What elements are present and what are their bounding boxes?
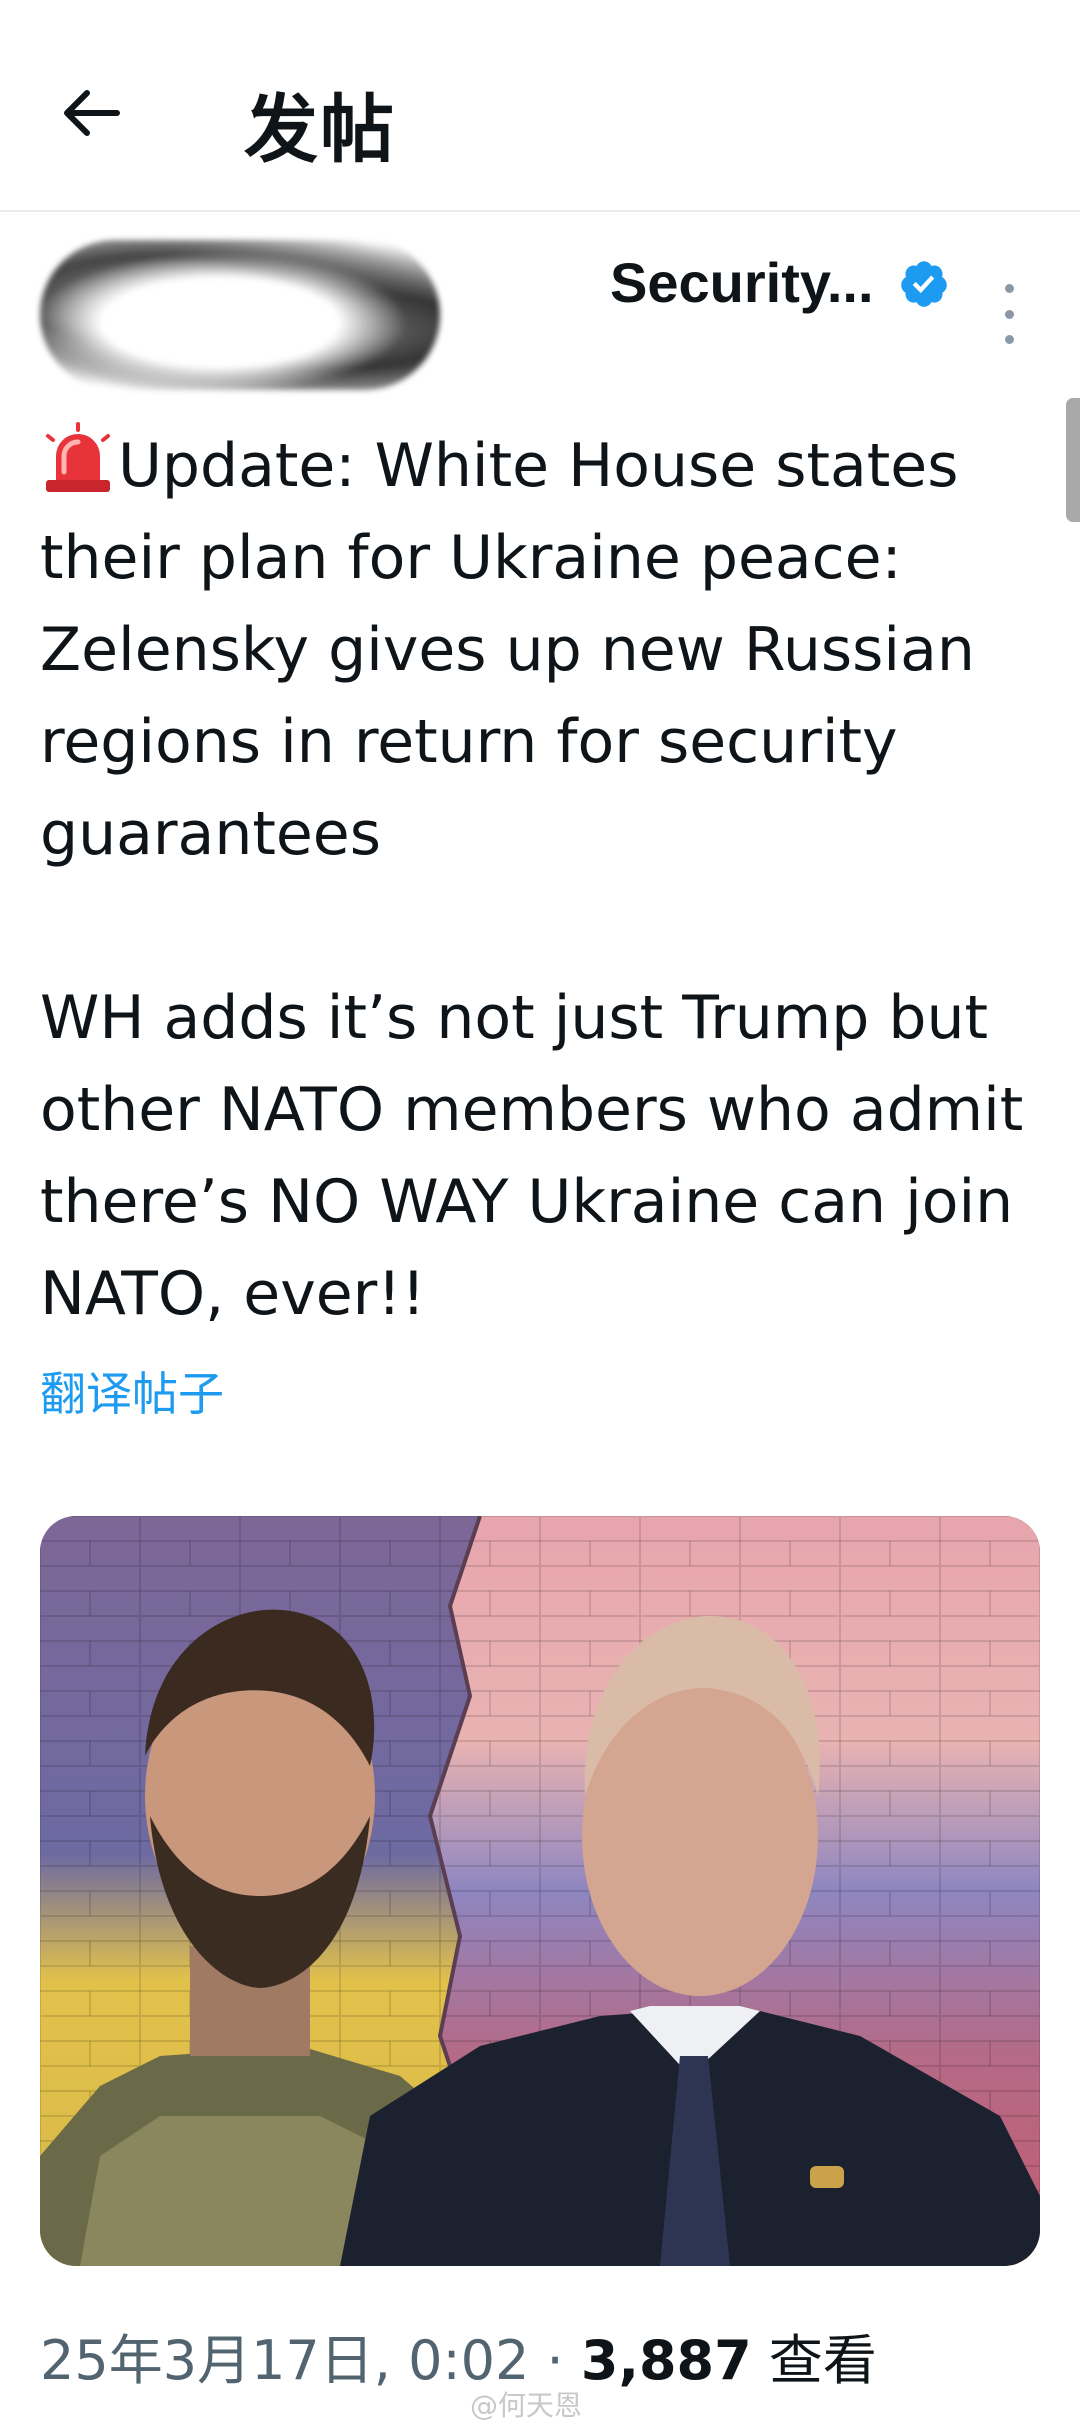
back-button[interactable]: [56, 78, 126, 148]
rotating-light-icon: [46, 422, 110, 492]
more-options-icon[interactable]: [994, 284, 1024, 344]
tweet-meta: 25年3月17日, 0:02 · 3,887 查看: [40, 2316, 877, 2395]
views-label: 查看: [751, 2329, 877, 2392]
composite-portrait-image: [40, 1516, 1040, 2266]
tweet-timestamp[interactable]: 25年3月17日, 0:02: [40, 2329, 529, 2392]
arrow-left-icon: [64, 90, 120, 136]
scrollbar-thumb[interactable]: [1066, 398, 1080, 522]
author-display-name[interactable]: Security...: [610, 250, 874, 315]
top-app-bar: 发帖: [0, 0, 1080, 212]
author-row: Security...: [0, 212, 1080, 402]
redacted-avatar-and-name[interactable]: [40, 240, 440, 390]
tweet-text: Update: White House states their plan fo…: [40, 431, 1024, 1329]
meta-separator: ·: [529, 2329, 581, 2392]
page-title: 发帖: [244, 87, 396, 173]
translate-post-link[interactable]: 翻译帖子: [40, 1358, 224, 1424]
weibo-watermark: @何天恩: [470, 2389, 583, 2422]
tweet-body: Update: White House states their plan fo…: [40, 420, 1050, 1340]
views-count[interactable]: 3,887: [581, 2329, 752, 2392]
verified-badge-icon: [901, 261, 947, 307]
tweet-media-image[interactable]: [40, 1516, 1040, 2266]
